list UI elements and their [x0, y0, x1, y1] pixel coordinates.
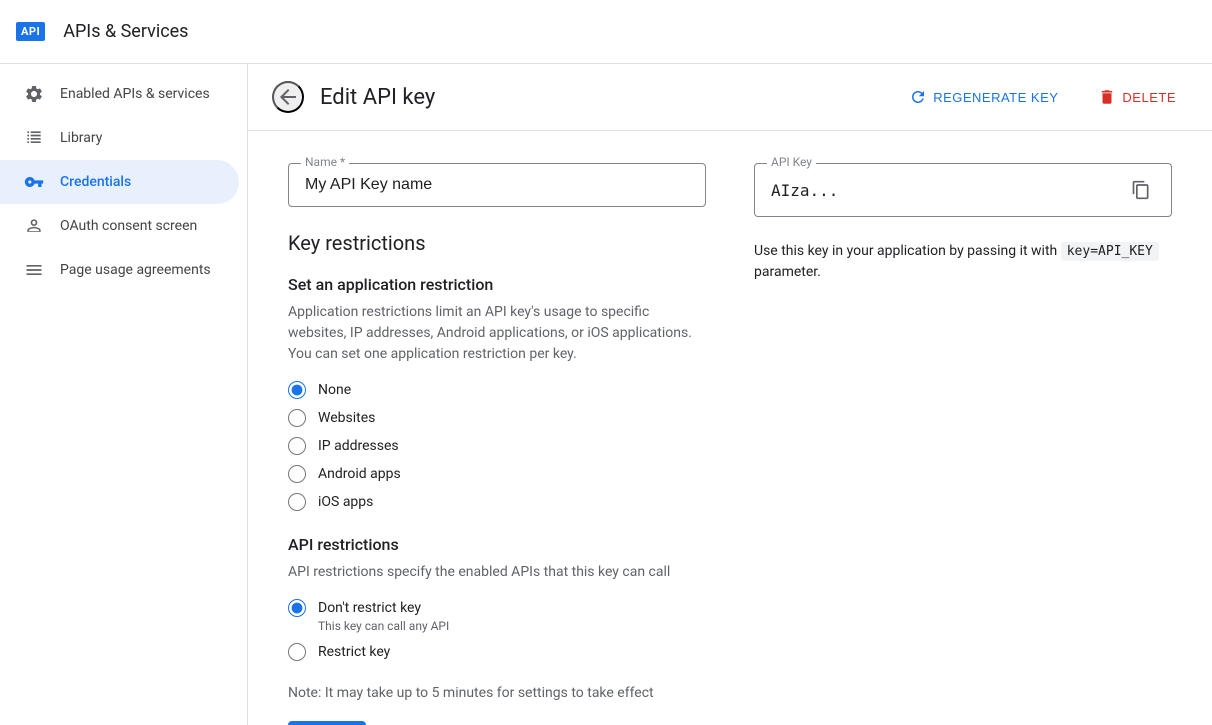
api-logo-text: API [16, 22, 45, 41]
app-restriction-title: Set an application restriction [288, 275, 706, 294]
radio-ios-input[interactable] [288, 493, 306, 511]
page-title: Edit API key [320, 85, 881, 110]
api-key-hint: Use this key in your application by pass… [754, 241, 1172, 283]
delete-button[interactable]: DELETE [1086, 80, 1188, 114]
radio-none[interactable]: None [288, 381, 706, 399]
key-icon [24, 172, 44, 192]
regenerate-key-button[interactable]: REGENERATE KEY [897, 80, 1070, 114]
main-layout: Enabled APIs & services Library Credenti… [0, 64, 1212, 725]
app-restriction-desc: Application restrictions limit an API ke… [288, 302, 706, 365]
hint-suffix: parameter. [754, 264, 821, 280]
radio-android-label: Android apps [318, 466, 401, 482]
note-text: Note: It may take up to 5 minutes for se… [288, 685, 706, 701]
name-input[interactable] [305, 176, 689, 194]
regenerate-key-label: REGENERATE KEY [933, 90, 1058, 105]
api-key-field-group: API Key AIza... [754, 163, 1172, 217]
radio-dont-restrict-sublabel: This key can call any API [318, 619, 706, 633]
sidebar: Enabled APIs & services Library Credenti… [0, 64, 248, 725]
radio-restrict-key[interactable]: Restrict key [288, 643, 706, 661]
sidebar-item-enabled-apis[interactable]: Enabled APIs & services [0, 72, 239, 116]
top-header: API APIs & Services [0, 0, 1212, 64]
hint-code: key=API_KEY [1061, 242, 1159, 261]
section-title: Key restrictions [288, 231, 706, 255]
cancel-button[interactable]: CANCEL [374, 721, 474, 725]
copy-api-key-button[interactable] [1127, 176, 1155, 204]
api-restriction-desc: API restrictions specify the enabled API… [288, 562, 706, 583]
radio-dont-restrict-label: Don't restrict key [318, 600, 421, 616]
save-button[interactable]: SAVE [288, 721, 366, 725]
page-header: Edit API key REGENERATE KEY DELETE [248, 64, 1212, 131]
sidebar-item-label: Page usage agreements [60, 262, 211, 278]
radio-restrict-key-input[interactable] [288, 643, 306, 661]
sidebar-item-credentials[interactable]: Credentials [0, 160, 239, 204]
api-restriction-section: API restrictions API restrictions specif… [288, 535, 706, 661]
radio-websites-input[interactable] [288, 409, 306, 427]
api-restriction-title: API restrictions [288, 535, 706, 554]
radio-restrict-key-label: Restrict key [318, 644, 390, 660]
name-field-group: Name * [288, 163, 706, 207]
name-field-wrapper: Name * [288, 163, 706, 207]
gear-icon [24, 84, 44, 104]
action-buttons: SAVE CANCEL [288, 721, 706, 725]
sidebar-item-label: Library [60, 130, 102, 146]
header-actions: REGENERATE KEY DELETE [897, 80, 1188, 114]
radio-dont-restrict-input[interactable] [288, 599, 306, 617]
radio-ios-apps[interactable]: iOS apps [288, 493, 706, 511]
radio-websites[interactable]: Websites [288, 409, 706, 427]
content-left: Name * Key restrictions Set an applicati… [288, 163, 706, 725]
radio-ip-addresses[interactable]: IP addresses [288, 437, 706, 455]
sidebar-item-library[interactable]: Library [0, 116, 239, 160]
radio-ios-label: iOS apps [318, 494, 373, 510]
api-key-field-wrapper: API Key AIza... [754, 163, 1172, 217]
main-content: Edit API key REGENERATE KEY DELETE [248, 64, 1212, 725]
radio-android-apps[interactable]: Android apps [288, 465, 706, 483]
radio-dont-restrict-wrapper: Don't restrict key This key can call any… [288, 599, 706, 633]
sidebar-item-label: OAuth consent screen [60, 218, 197, 234]
name-field-label: Name * [301, 155, 349, 169]
radio-dont-restrict[interactable]: Don't restrict key [288, 599, 706, 617]
radio-ip-label: IP addresses [318, 438, 399, 454]
content-right: API Key AIza... Use this key in your app… [754, 163, 1172, 725]
radio-android-input[interactable] [288, 465, 306, 483]
content-area: Name * Key restrictions Set an applicati… [248, 131, 1212, 725]
hint-text: Use this key in your application by pass… [754, 243, 1061, 259]
list-icon [24, 260, 44, 280]
grid-icon [24, 128, 44, 148]
back-button[interactable] [272, 81, 304, 113]
sidebar-item-page-usage[interactable]: Page usage agreements [0, 248, 239, 292]
application-restriction-section: Set an application restriction Applicati… [288, 275, 706, 511]
delete-label: DELETE [1122, 90, 1176, 105]
radio-ip-input[interactable] [288, 437, 306, 455]
api-key-value: AIza... [771, 181, 1127, 200]
api-key-field-label: API Key [767, 155, 816, 169]
sidebar-item-label: Enabled APIs & services [60, 86, 210, 102]
radio-websites-label: Websites [318, 410, 375, 426]
app-restriction-radio-group: None Websites IP addresses Android [288, 381, 706, 511]
radio-none-input[interactable] [288, 381, 306, 399]
app-logo: API APIs & Services [16, 21, 188, 42]
api-restriction-radio-group: Don't restrict key This key can call any… [288, 599, 706, 661]
sidebar-item-oauth[interactable]: OAuth consent screen [0, 204, 239, 248]
radio-none-label: None [318, 382, 351, 398]
sidebar-item-label: Credentials [60, 174, 131, 190]
person-icon [24, 216, 44, 236]
app-title: APIs & Services [63, 21, 188, 42]
